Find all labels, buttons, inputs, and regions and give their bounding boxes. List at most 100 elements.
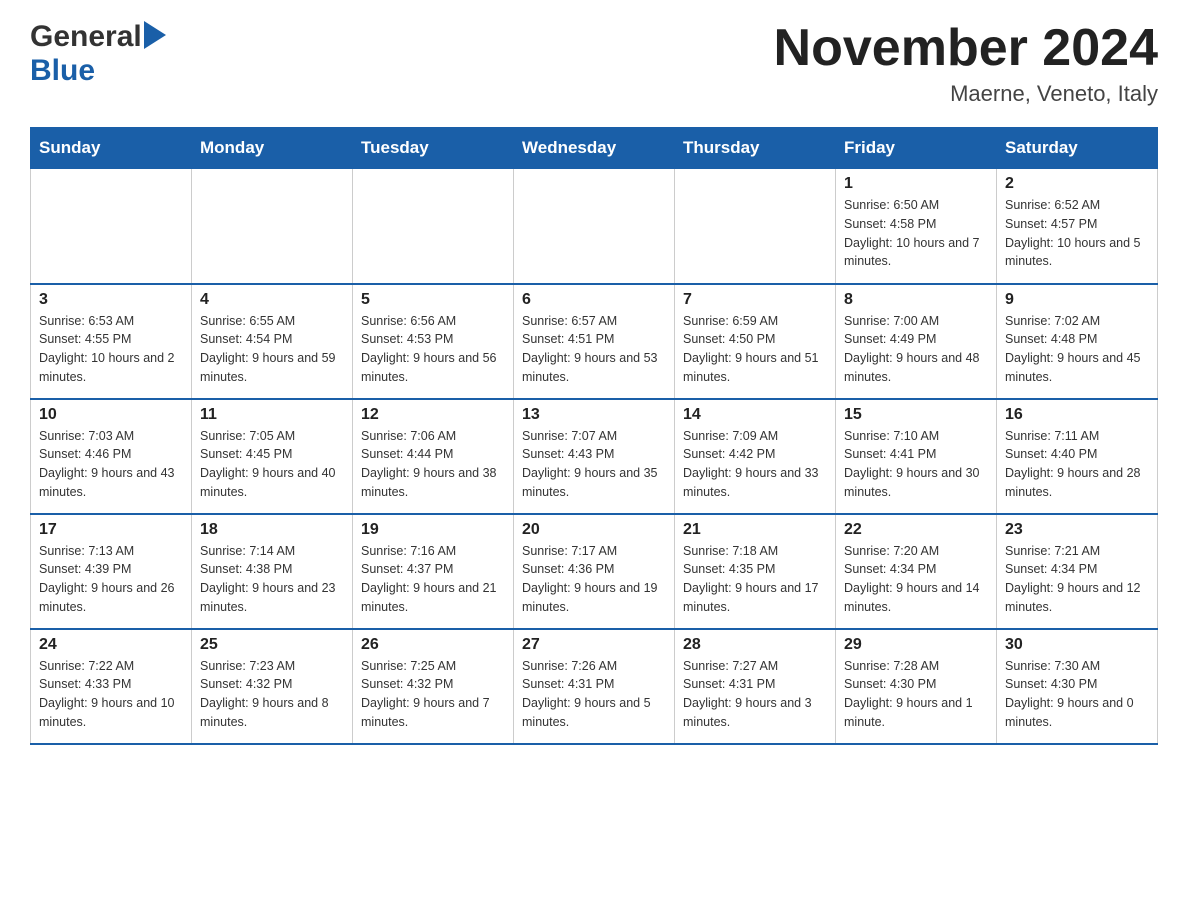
day-number: 22 [844,521,988,539]
day-info: Sunrise: 7:30 AM Sunset: 4:30 PM Dayligh… [1005,657,1149,732]
calendar-cell: 17 Sunrise: 7:13 AM Sunset: 4:39 PM Dayli… [31,514,192,629]
day-info: Sunrise: 7:18 AM Sunset: 4:35 PM Dayligh… [683,542,827,617]
day-info: Sunrise: 6:56 AM Sunset: 4:53 PM Dayligh… [361,312,505,387]
calendar-cell: 13 Sunrise: 7:07 AM Sunset: 4:43 PM Dayli… [514,399,675,514]
day-info: Sunrise: 7:07 AM Sunset: 4:43 PM Dayligh… [522,427,666,502]
day-number: 7 [683,291,827,309]
day-number: 24 [39,636,183,654]
day-number: 21 [683,521,827,539]
header-saturday: Saturday [997,128,1158,169]
day-number: 15 [844,406,988,424]
logo-blue-text: Blue [30,54,95,88]
day-number: 4 [200,291,344,309]
calendar-cell [192,169,353,284]
calendar-cell: 19 Sunrise: 7:16 AM Sunset: 4:37 PM Dayli… [353,514,514,629]
day-info: Sunrise: 7:25 AM Sunset: 4:32 PM Dayligh… [361,657,505,732]
day-info: Sunrise: 7:00 AM Sunset: 4:49 PM Dayligh… [844,312,988,387]
location-text: Maerne, Veneto, Italy [774,81,1158,107]
logo: General Blue [30,20,166,88]
calendar-cell: 29Sunrise: 7:28 AM Sunset: 4:30 PM Dayli… [836,629,997,744]
day-number: 12 [361,406,505,424]
title-section: November 2024 Maerne, Veneto, Italy [774,20,1158,107]
calendar-cell: 28Sunrise: 7:27 AM Sunset: 4:31 PM Dayli… [675,629,836,744]
calendar-cell: 5 Sunrise: 6:56 AM Sunset: 4:53 PM Daylig… [353,284,514,399]
day-info: Sunrise: 7:14 AM Sunset: 4:38 PM Dayligh… [200,542,344,617]
day-number: 27 [522,636,666,654]
day-info: Sunrise: 6:52 AM Sunset: 4:57 PM Dayligh… [1005,196,1149,271]
day-info: Sunrise: 7:06 AM Sunset: 4:44 PM Dayligh… [361,427,505,502]
day-info: Sunrise: 7:22 AM Sunset: 4:33 PM Dayligh… [39,657,183,732]
day-number: 19 [361,521,505,539]
calendar-cell: 16 Sunrise: 7:11 AM Sunset: 4:40 PM Dayli… [997,399,1158,514]
header-friday: Friday [836,128,997,169]
day-info: Sunrise: 7:11 AM Sunset: 4:40 PM Dayligh… [1005,427,1149,502]
calendar-cell: 27 Sunrise: 7:26 AM Sunset: 4:31 PM Dayli… [514,629,675,744]
calendar-cell: 7Sunrise: 6:59 AM Sunset: 4:50 PM Daylig… [675,284,836,399]
day-number: 9 [1005,291,1149,309]
calendar-cell: 18 Sunrise: 7:14 AM Sunset: 4:38 PM Dayli… [192,514,353,629]
day-number: 5 [361,291,505,309]
calendar-week-row: 1 Sunrise: 6:50 AM Sunset: 4:58 PM Daylig… [31,169,1158,284]
day-number: 29 [844,636,988,654]
calendar-cell: 26 Sunrise: 7:25 AM Sunset: 4:32 PM Dayli… [353,629,514,744]
calendar-cell: 21 Sunrise: 7:18 AM Sunset: 4:35 PM Dayli… [675,514,836,629]
day-number: 25 [200,636,344,654]
header-tuesday: Tuesday [353,128,514,169]
day-number: 17 [39,521,183,539]
day-number: 16 [1005,406,1149,424]
calendar-cell: 12 Sunrise: 7:06 AM Sunset: 4:44 PM Dayli… [353,399,514,514]
calendar-cell: 10 Sunrise: 7:03 AM Sunset: 4:46 PM Dayli… [31,399,192,514]
day-info: Sunrise: 7:20 AM Sunset: 4:34 PM Dayligh… [844,542,988,617]
calendar-cell [514,169,675,284]
day-number: 18 [200,521,344,539]
calendar-week-row: 10 Sunrise: 7:03 AM Sunset: 4:46 PM Dayli… [31,399,1158,514]
header-sunday: Sunday [31,128,192,169]
calendar-cell: 9 Sunrise: 7:02 AM Sunset: 4:48 PM Daylig… [997,284,1158,399]
day-number: 3 [39,291,183,309]
calendar-cell: 2 Sunrise: 6:52 AM Sunset: 4:57 PM Daylig… [997,169,1158,284]
day-info: Sunrise: 6:50 AM Sunset: 4:58 PM Dayligh… [844,196,988,271]
day-number: 2 [1005,175,1149,193]
month-title: November 2024 [774,20,1158,77]
calendar-cell [353,169,514,284]
day-info: Sunrise: 7:26 AM Sunset: 4:31 PM Dayligh… [522,657,666,732]
calendar-cell: 3Sunrise: 6:53 AM Sunset: 4:55 PM Daylig… [31,284,192,399]
day-info: Sunrise: 6:57 AM Sunset: 4:51 PM Dayligh… [522,312,666,387]
calendar-cell: 24 Sunrise: 7:22 AM Sunset: 4:33 PM Dayli… [31,629,192,744]
day-info: Sunrise: 7:13 AM Sunset: 4:39 PM Dayligh… [39,542,183,617]
day-info: Sunrise: 7:23 AM Sunset: 4:32 PM Dayligh… [200,657,344,732]
day-number: 23 [1005,521,1149,539]
day-info: Sunrise: 7:27 AM Sunset: 4:31 PM Dayligh… [683,657,827,732]
calendar-cell: 4Sunrise: 6:55 AM Sunset: 4:54 PM Daylig… [192,284,353,399]
header-wednesday: Wednesday [514,128,675,169]
day-number: 30 [1005,636,1149,654]
calendar-cell: 25 Sunrise: 7:23 AM Sunset: 4:32 PM Dayli… [192,629,353,744]
day-info: Sunrise: 7:10 AM Sunset: 4:41 PM Dayligh… [844,427,988,502]
day-number: 26 [361,636,505,654]
calendar-cell: 20Sunrise: 7:17 AM Sunset: 4:36 PM Dayli… [514,514,675,629]
calendar-cell [675,169,836,284]
day-number: 1 [844,175,988,193]
day-info: Sunrise: 7:05 AM Sunset: 4:45 PM Dayligh… [200,427,344,502]
day-number: 11 [200,406,344,424]
day-number: 10 [39,406,183,424]
day-info: Sunrise: 7:16 AM Sunset: 4:37 PM Dayligh… [361,542,505,617]
day-info: Sunrise: 7:09 AM Sunset: 4:42 PM Dayligh… [683,427,827,502]
header-monday: Monday [192,128,353,169]
weekday-header-row: Sunday Monday Tuesday Wednesday Thursday… [31,128,1158,169]
calendar-cell: 23Sunrise: 7:21 AM Sunset: 4:34 PM Dayli… [997,514,1158,629]
calendar-cell: 6 Sunrise: 6:57 AM Sunset: 4:51 PM Daylig… [514,284,675,399]
day-info: Sunrise: 7:02 AM Sunset: 4:48 PM Dayligh… [1005,312,1149,387]
day-info: Sunrise: 7:03 AM Sunset: 4:46 PM Dayligh… [39,427,183,502]
calendar-cell: 30 Sunrise: 7:30 AM Sunset: 4:30 PM Dayli… [997,629,1158,744]
logo-arrow-icon [144,21,166,49]
page-header: General Blue November 2024 Maerne, Venet… [30,20,1158,107]
calendar-cell: 22 Sunrise: 7:20 AM Sunset: 4:34 PM Dayli… [836,514,997,629]
day-number: 14 [683,406,827,424]
day-number: 13 [522,406,666,424]
calendar-cell: 8Sunrise: 7:00 AM Sunset: 4:49 PM Daylig… [836,284,997,399]
header-thursday: Thursday [675,128,836,169]
calendar-table: Sunday Monday Tuesday Wednesday Thursday… [30,127,1158,745]
calendar-cell: 11 Sunrise: 7:05 AM Sunset: 4:45 PM Dayli… [192,399,353,514]
day-number: 6 [522,291,666,309]
